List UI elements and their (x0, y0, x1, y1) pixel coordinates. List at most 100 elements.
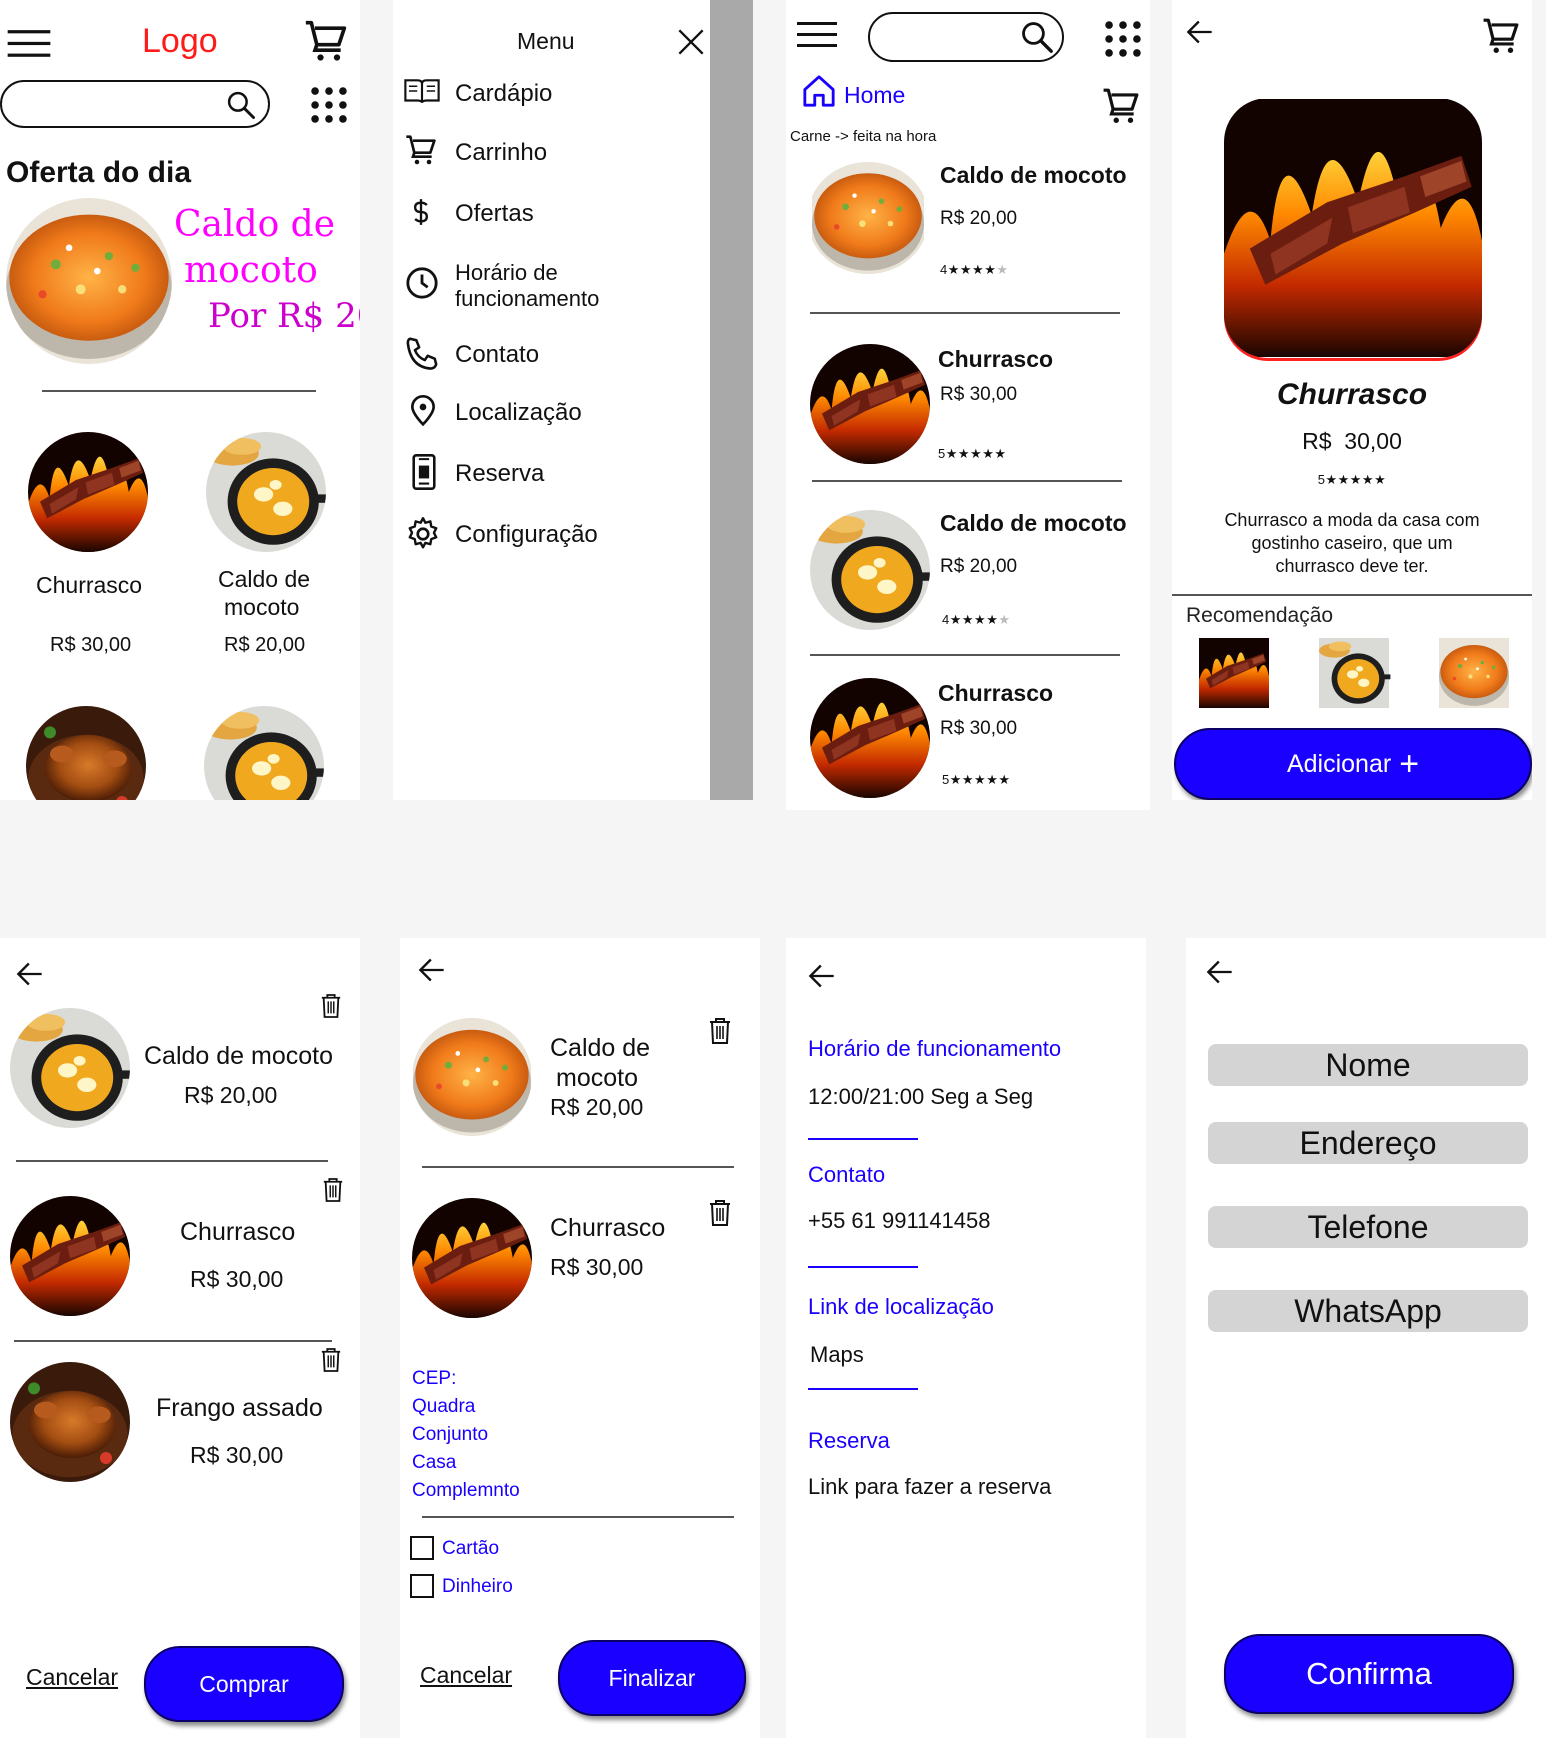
divider (14, 1340, 332, 1342)
product-image-frango[interactable] (26, 706, 146, 800)
phone-field[interactable]: Telefone (1208, 1206, 1528, 1248)
book-icon (403, 76, 441, 106)
screen-home: Logo Oferta do dia Caldo de mocoto Por R… (0, 0, 360, 800)
trash-icon[interactable] (708, 1198, 732, 1228)
phone-device-icon (411, 454, 437, 490)
payment-card-label[interactable]: Cartão (442, 1538, 499, 1560)
add-to-cart-button[interactable]: Adicionar + (1174, 728, 1532, 800)
trash-icon[interactable] (320, 1346, 342, 1374)
menu-item-horario[interactable]: funcionamento (455, 286, 599, 312)
cancel-link[interactable]: Cancelar (26, 1664, 118, 1691)
cart-icon[interactable] (304, 18, 348, 64)
hamburger-menu-icon[interactable] (794, 20, 840, 50)
list-item-price: R$ 30,00 (940, 384, 1018, 405)
checkout-item-name: Caldo de (550, 1034, 651, 1062)
rating-stars: 5★★★★★ (938, 446, 1007, 461)
info-value-contact[interactable]: +55 61 991141458 (808, 1208, 991, 1234)
cart-item-image (10, 1196, 130, 1316)
hamburger-menu-icon[interactable] (6, 28, 52, 60)
back-arrow-icon[interactable] (1186, 18, 1214, 46)
back-arrow-icon[interactable] (16, 960, 44, 988)
name-field[interactable]: Nome (1208, 1044, 1528, 1086)
apps-grid-icon[interactable] (310, 86, 348, 124)
menu-item-reserva[interactable]: Reserva (455, 460, 544, 488)
promo-line-2: mocoto (184, 250, 318, 291)
list-item-name[interactable]: Churrasco (938, 680, 1053, 707)
menu-item-contato[interactable]: Contato (455, 341, 539, 369)
recommendation-title: Recomendação (1186, 604, 1334, 627)
info-divider (808, 1388, 918, 1390)
trash-icon[interactable] (320, 992, 342, 1020)
buy-button[interactable]: Comprar (144, 1646, 344, 1722)
menu-item-localizacao[interactable]: Localização (455, 399, 582, 427)
rating-stars: 4★★★★★ (940, 262, 1009, 277)
back-arrow-icon[interactable] (1206, 958, 1234, 986)
product-image-churrasco[interactable] (28, 432, 148, 552)
apps-grid-icon[interactable] (1104, 20, 1142, 58)
whatsapp-field[interactable]: WhatsApp (1208, 1290, 1528, 1332)
list-item-price: R$ 20,00 (940, 556, 1018, 577)
search-bar[interactable] (0, 80, 270, 128)
recommendation-thumb[interactable] (1184, 638, 1284, 708)
search-input[interactable] (882, 24, 1016, 54)
cart-icon[interactable] (1102, 86, 1140, 126)
list-item-name[interactable]: Churrasco (938, 346, 1053, 373)
home-link[interactable]: Home (844, 82, 905, 109)
address-field-casa[interactable]: Casa (412, 1452, 456, 1474)
location-pin-icon (407, 394, 439, 428)
search-input[interactable] (16, 90, 220, 120)
address-field[interactable]: Endereço (1208, 1122, 1528, 1164)
trash-icon[interactable] (708, 1016, 732, 1046)
list-item-image[interactable] (810, 344, 930, 464)
address-field-complemento[interactable]: Complemnto (412, 1480, 520, 1502)
recommendation-thumb[interactable] (1424, 638, 1524, 708)
screen-cart: Caldo de mocoto R$ 20,00 Churrasco R$ 30… (0, 938, 360, 1738)
close-icon[interactable] (677, 28, 705, 56)
address-field-quadra[interactable]: Quadra (412, 1396, 475, 1418)
back-arrow-icon[interactable] (418, 956, 446, 984)
menu-item-carrinho[interactable]: Carrinho (455, 139, 547, 167)
screen-product-detail: Churrasco R$ 30,00 5★★★★★ Churrasco a mo… (1172, 0, 1532, 800)
list-item-image[interactable] (810, 678, 930, 798)
drawer-overlay[interactable] (710, 0, 753, 800)
home-icon[interactable] (802, 72, 836, 110)
address-field-cep[interactable]: CEP: (412, 1368, 456, 1390)
search-icon[interactable] (226, 90, 256, 120)
cancel-link[interactable]: Cancelar (420, 1662, 512, 1689)
recommendation-thumb[interactable] (1304, 638, 1404, 708)
payment-cash-checkbox[interactable] (410, 1574, 434, 1598)
confirm-button[interactable]: Confirma (1224, 1634, 1514, 1714)
cart-item-price: R$ 20,00 (184, 1082, 278, 1108)
product-title: Churrasco (1276, 378, 1428, 411)
product-hero-image (1224, 98, 1482, 358)
product-image-caldo[interactable] (204, 706, 324, 800)
back-arrow-icon[interactable] (808, 962, 836, 990)
promo-line-1: Caldo de (174, 204, 336, 245)
list-item-image[interactable] (810, 510, 930, 630)
finish-button[interactable]: Finalizar (558, 1640, 746, 1716)
menu-item-configuracao[interactable]: Configuração (455, 521, 598, 549)
payment-card-checkbox[interactable] (410, 1536, 434, 1560)
info-value-maps-link[interactable]: Maps (810, 1342, 864, 1368)
list-item-image[interactable] (808, 162, 928, 274)
cart-item-price: R$ 30,00 (190, 1266, 284, 1292)
cart-item-image (10, 1362, 130, 1482)
list-item-name[interactable]: Caldo de mocoto (940, 510, 1127, 537)
offer-image[interactable] (6, 198, 172, 364)
menu-item-cardapio[interactable]: Cardápio (455, 80, 552, 108)
info-value-reservation-link[interactable]: Link para fazer a reserva (808, 1474, 1051, 1500)
breadcrumb[interactable]: Carne -> feita na hora (790, 128, 936, 145)
cart-icon[interactable] (1482, 16, 1520, 56)
list-item-name[interactable]: Caldo de mocoto (940, 162, 1127, 189)
payment-cash-label[interactable]: Dinheiro (442, 1576, 513, 1598)
address-field-conjunto[interactable]: Conjunto (412, 1424, 488, 1446)
trash-icon[interactable] (322, 1176, 344, 1204)
divider (422, 1166, 734, 1168)
menu-item-horario[interactable]: Horário de (455, 260, 558, 286)
clock-icon (405, 266, 439, 300)
search-bar[interactable] (868, 12, 1064, 62)
product-image-caldo[interactable] (206, 432, 326, 552)
search-icon[interactable] (1020, 20, 1054, 54)
divider (812, 480, 1122, 482)
menu-item-ofertas[interactable]: Ofertas (455, 200, 534, 228)
